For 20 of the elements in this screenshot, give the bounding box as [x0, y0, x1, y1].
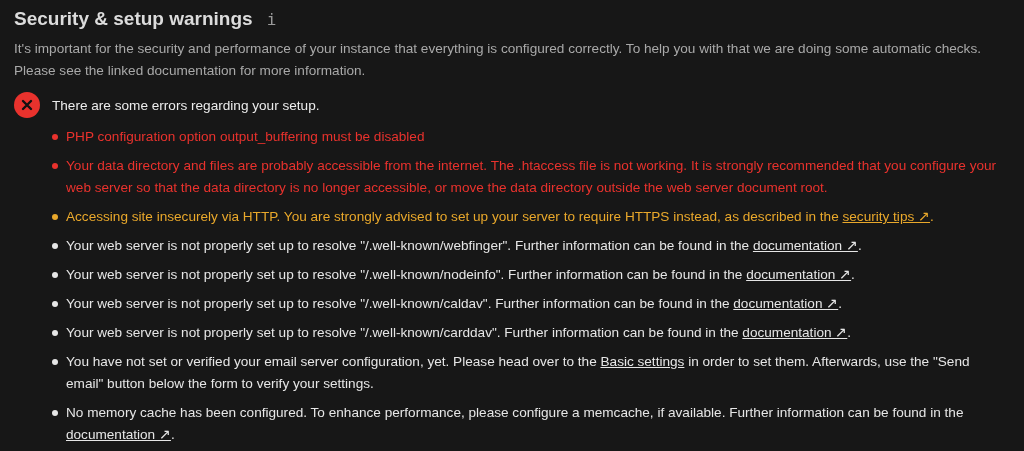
warning-text: No memory cache has been configured. To enhance performance, please configure a memcache, if available. Further information can be found in the documentation ↗. [66, 404, 965, 444]
warning-text: Your data directory and files are probably accessible from the internet. The .htaccess file is not working. It is strongly recommended that you configure your web server so that the data directory is no longer accessible, or move the data directory outside the web server document root. [66, 157, 998, 197]
section-description: It's important for the security and performance of your instance that everything is configured correctly. To help you with that we are doing some automatic checks. Please see the linked documentation for more information. [14, 40, 982, 80]
link[interactable]: Basic settings [600, 354, 685, 369]
warning-text: Your web server is not properly set up to resolve "/.well-known/caldav". Further information can be found in the documentation ↗. [66, 295, 842, 313]
status-message: There are some errors regarding your setup. [52, 97, 320, 113]
warning-text: Your web server is not properly set up to resolve "/.well-known/nodeinfo". Further information can be found in the documentation ↗. [66, 266, 855, 284]
warning-text: Accessing site insecurely via HTTP. You are strongly advised to set up your server to require HTTPS instead, as described in the security tips ↗. [66, 208, 934, 226]
info-icon[interactable]: i [266, 9, 277, 29]
warning-text: You have not set or verified your email server configuration, yet. Please head over to the Basic settings in order to set them. Afterwards, use the "Send email" button below the form to verify your settings. [66, 353, 971, 393]
link[interactable]: documentation ↗ [733, 296, 839, 311]
warning-text: PHP configuration option output_buffering must be disabled [66, 128, 425, 146]
section-title: Security & setup warnings [14, 8, 253, 30]
warning-text: Your web server is not properly set up to resolve "/.well-known/carddav". Further information can be found in the documentation ↗. [66, 324, 852, 342]
link[interactable]: documentation ↗ [742, 325, 848, 340]
warning-text: Your web server is not properly set up to resolve "/.well-known/webfinger". Further information can be found in the documentation ↗. [66, 237, 862, 255]
link[interactable]: documentation ↗ [66, 427, 171, 442]
link[interactable]: security tips ↗ [842, 209, 931, 224]
link[interactable]: documentation ↗ [746, 267, 852, 282]
link[interactable]: documentation ↗ [752, 238, 858, 253]
